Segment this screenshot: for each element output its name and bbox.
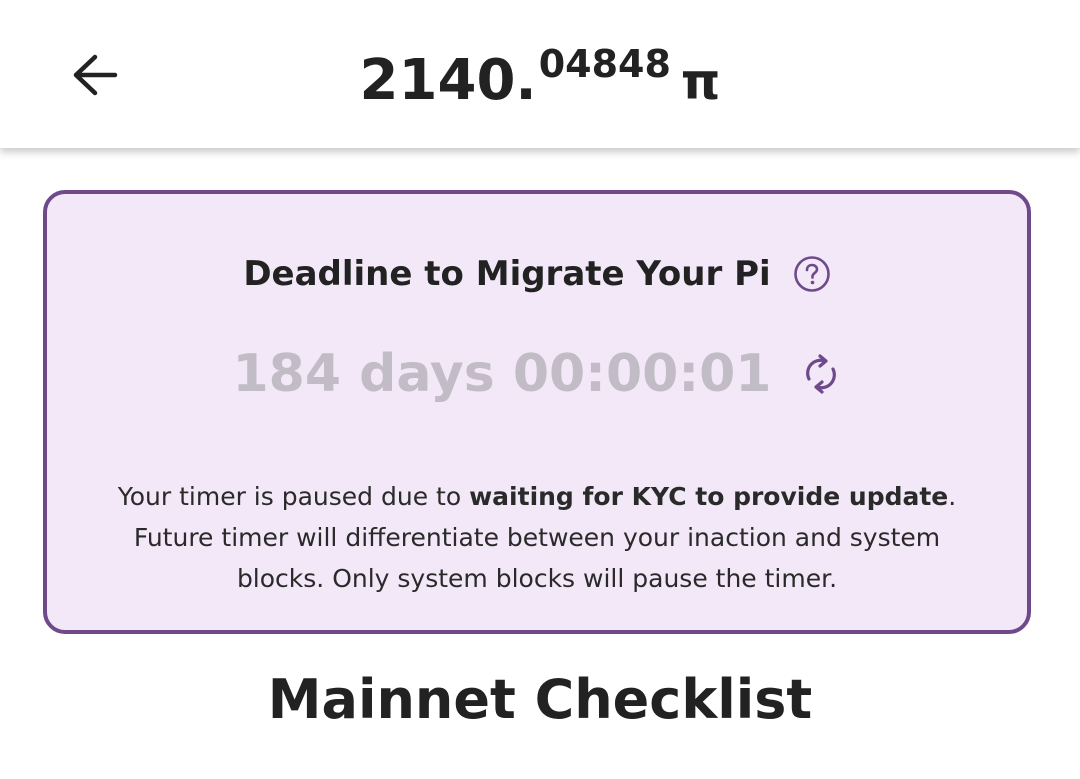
balance-fraction: 04848 — [538, 42, 671, 86]
mainnet-checklist-heading: Mainnet Checklist — [267, 668, 813, 731]
page: 2140.04848 π Deadline to Migrate Your Pi … — [0, 0, 1080, 779]
timer-row: 184 days 00:00:01 — [47, 344, 1027, 404]
note-pause-reason: waiting for KYC to provide update — [469, 482, 949, 511]
migration-deadline-card: Deadline to Migrate Your Pi 184 days 00:… — [43, 190, 1031, 634]
top-bar: 2140.04848 π — [0, 0, 1080, 148]
pi-symbol: π — [680, 53, 721, 111]
countdown-timer: 184 days 00:00:01 — [232, 344, 772, 404]
question-circle-icon[interactable] — [793, 255, 831, 293]
pi-balance: 2140.04848 π — [0, 42, 1080, 113]
card-title-row: Deadline to Migrate Your Pi — [47, 254, 1027, 294]
balance-integer: 2140. — [359, 48, 537, 113]
sync-icon[interactable] — [800, 351, 842, 397]
note-prefix: Your timer is paused due to — [117, 482, 470, 511]
timer-paused-note: Your timer is paused due to waiting for … — [107, 476, 967, 599]
card-title: Deadline to Migrate Your Pi — [243, 254, 771, 294]
